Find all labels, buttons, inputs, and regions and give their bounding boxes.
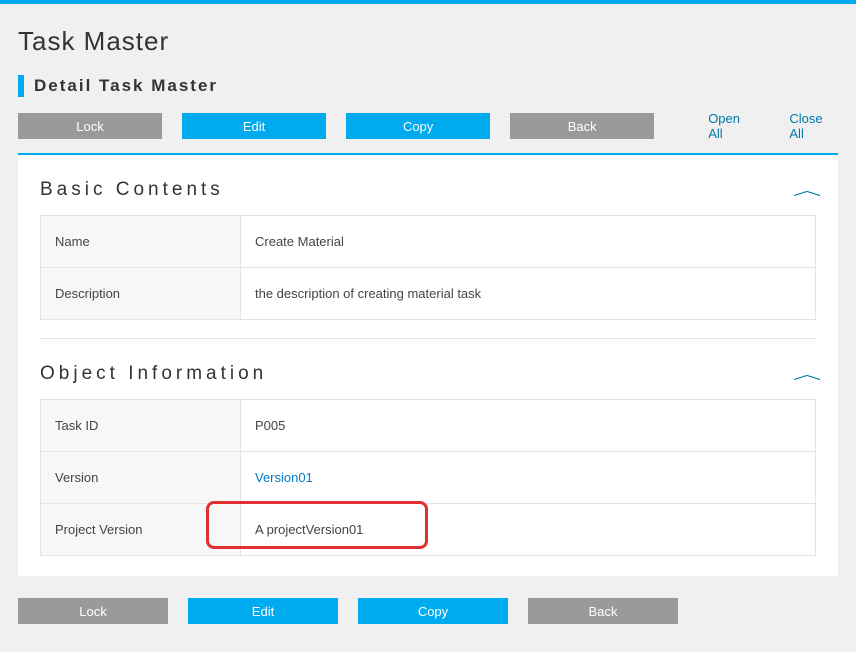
back-button-bottom[interactable]: Back: [528, 598, 678, 624]
back-button[interactable]: Back: [510, 113, 654, 139]
table-row: Project Version A projectVersion01: [41, 504, 816, 556]
close-all-link[interactable]: Close All: [789, 111, 838, 141]
table-row: Description the description of creating …: [41, 268, 816, 320]
section-header-basic[interactable]: Basic Contents ︿: [40, 173, 816, 215]
label-description: Description: [41, 268, 241, 320]
subtitle-accent-bar: [18, 75, 24, 97]
bottom-toolbar: Lock Edit Copy Back: [0, 576, 856, 624]
value-project-version: A projectVersion01: [241, 504, 816, 556]
table-row: Version Version01: [41, 452, 816, 504]
section-basic-contents: Basic Contents ︿ Name Create Material De…: [40, 173, 816, 320]
label-version: Version: [41, 452, 241, 504]
object-information-table: Task ID P005 Version Version01 Project V…: [40, 399, 816, 556]
table-row: Name Create Material: [41, 216, 816, 268]
value-version: Version01: [241, 452, 816, 504]
edit-button-bottom[interactable]: Edit: [188, 598, 338, 624]
value-name: Create Material: [241, 216, 816, 268]
value-description: the description of creating material tas…: [241, 268, 816, 320]
table-row: Task ID P005: [41, 400, 816, 452]
page-title: Task Master: [0, 4, 856, 75]
label-name: Name: [41, 216, 241, 268]
chevron-up-icon: ︿: [793, 183, 822, 197]
section-header-object[interactable]: Object Information ︿: [40, 357, 816, 399]
subtitle-row: Detail Task Master: [0, 75, 856, 97]
basic-contents-table: Name Create Material Description the des…: [40, 215, 816, 320]
version-link[interactable]: Version01: [255, 470, 313, 485]
detail-panel: Basic Contents ︿ Name Create Material De…: [18, 153, 838, 576]
open-all-link[interactable]: Open All: [708, 111, 755, 141]
top-toolbar: Lock Edit Copy Back Open All Close All: [0, 111, 856, 153]
section-object-information: Object Information ︿ Task ID P005 Versio…: [40, 357, 816, 556]
label-task-id: Task ID: [41, 400, 241, 452]
section-title-object: Object Information: [40, 363, 267, 385]
copy-button-bottom[interactable]: Copy: [358, 598, 508, 624]
section-title-basic: Basic Contents: [40, 179, 224, 201]
value-task-id: P005: [241, 400, 816, 452]
section-divider: [40, 338, 816, 339]
lock-button[interactable]: Lock: [18, 113, 162, 139]
lock-button-bottom[interactable]: Lock: [18, 598, 168, 624]
copy-button[interactable]: Copy: [346, 113, 490, 139]
label-project-version: Project Version: [41, 504, 241, 556]
chevron-up-icon: ︿: [793, 367, 822, 381]
edit-button[interactable]: Edit: [182, 113, 326, 139]
subtitle-text: Detail Task Master: [34, 76, 218, 96]
